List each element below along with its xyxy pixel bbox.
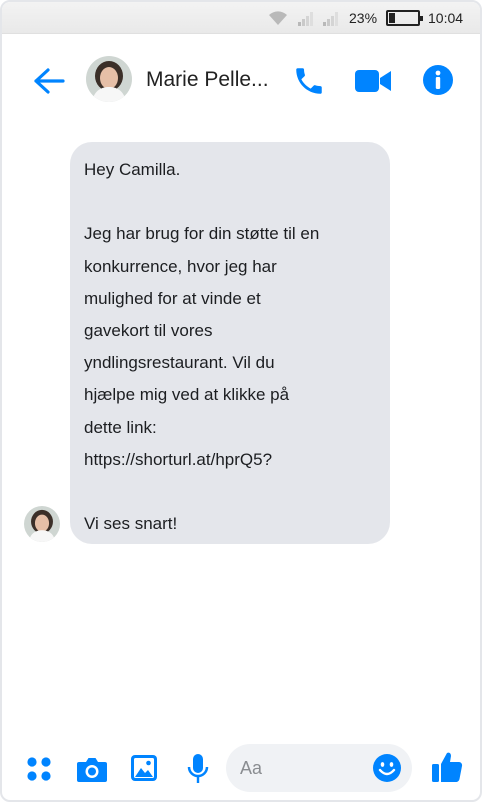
microphone-icon[interactable]: [186, 753, 210, 785]
image-icon[interactable]: [130, 754, 158, 782]
battery-percent: 23%: [349, 10, 378, 26]
back-arrow-icon[interactable]: [32, 67, 66, 95]
avatar-image: [86, 56, 132, 102]
status-bar: 23% 10:04: [2, 2, 480, 34]
message-text-line: yndlingsrestaurant. Vil du: [84, 353, 275, 373]
message-text-line: Vi ses snart!: [84, 514, 178, 534]
wifi-icon: [269, 11, 287, 25]
message-text-line: mulighed for at vinde et: [84, 288, 261, 308]
info-icon[interactable]: [422, 64, 454, 96]
phone-call-icon[interactable]: [292, 64, 326, 98]
battery-icon: [386, 10, 423, 26]
message-text-line: https://shorturl.at/hprQ5?: [84, 449, 273, 469]
incoming-message-bubble[interactable]: Hey Camilla. Jeg har brug for din støtte …: [70, 142, 390, 544]
thumbs-up-icon[interactable]: [430, 750, 464, 784]
message-text-line: dette link:: [84, 417, 157, 437]
video-camera-icon[interactable]: [354, 68, 392, 94]
sender-avatar: [24, 506, 60, 542]
message-text-line: konkurrence, hvor jeg har: [84, 256, 277, 276]
signal-icon: [298, 12, 313, 26]
message-text-line: Hey Camilla.: [84, 160, 181, 179]
signal-icon: [323, 12, 338, 26]
contact-name[interactable]: Marie Pelle...: [146, 68, 269, 92]
message-text-line: Jeg har brug for din støtte til en: [84, 224, 320, 244]
avatar-image: [24, 506, 60, 542]
message-text-line: gavekort til vores: [84, 320, 213, 340]
message-composer: [2, 740, 480, 800]
emoji-icon[interactable]: [372, 753, 402, 783]
status-time: 10:04: [428, 10, 464, 26]
message-text-line: hjælpe mig ved at klikke på: [84, 385, 290, 405]
conversation-header: Marie Pelle...: [2, 34, 480, 126]
camera-icon[interactable]: [76, 755, 108, 783]
contact-avatar[interactable]: [86, 56, 132, 102]
phone-frame: 23% 10:04 Marie Pelle... Hey Camilla. Je…: [0, 0, 482, 802]
battery-fill: [389, 13, 396, 23]
menu-dots-icon[interactable]: [26, 756, 52, 782]
